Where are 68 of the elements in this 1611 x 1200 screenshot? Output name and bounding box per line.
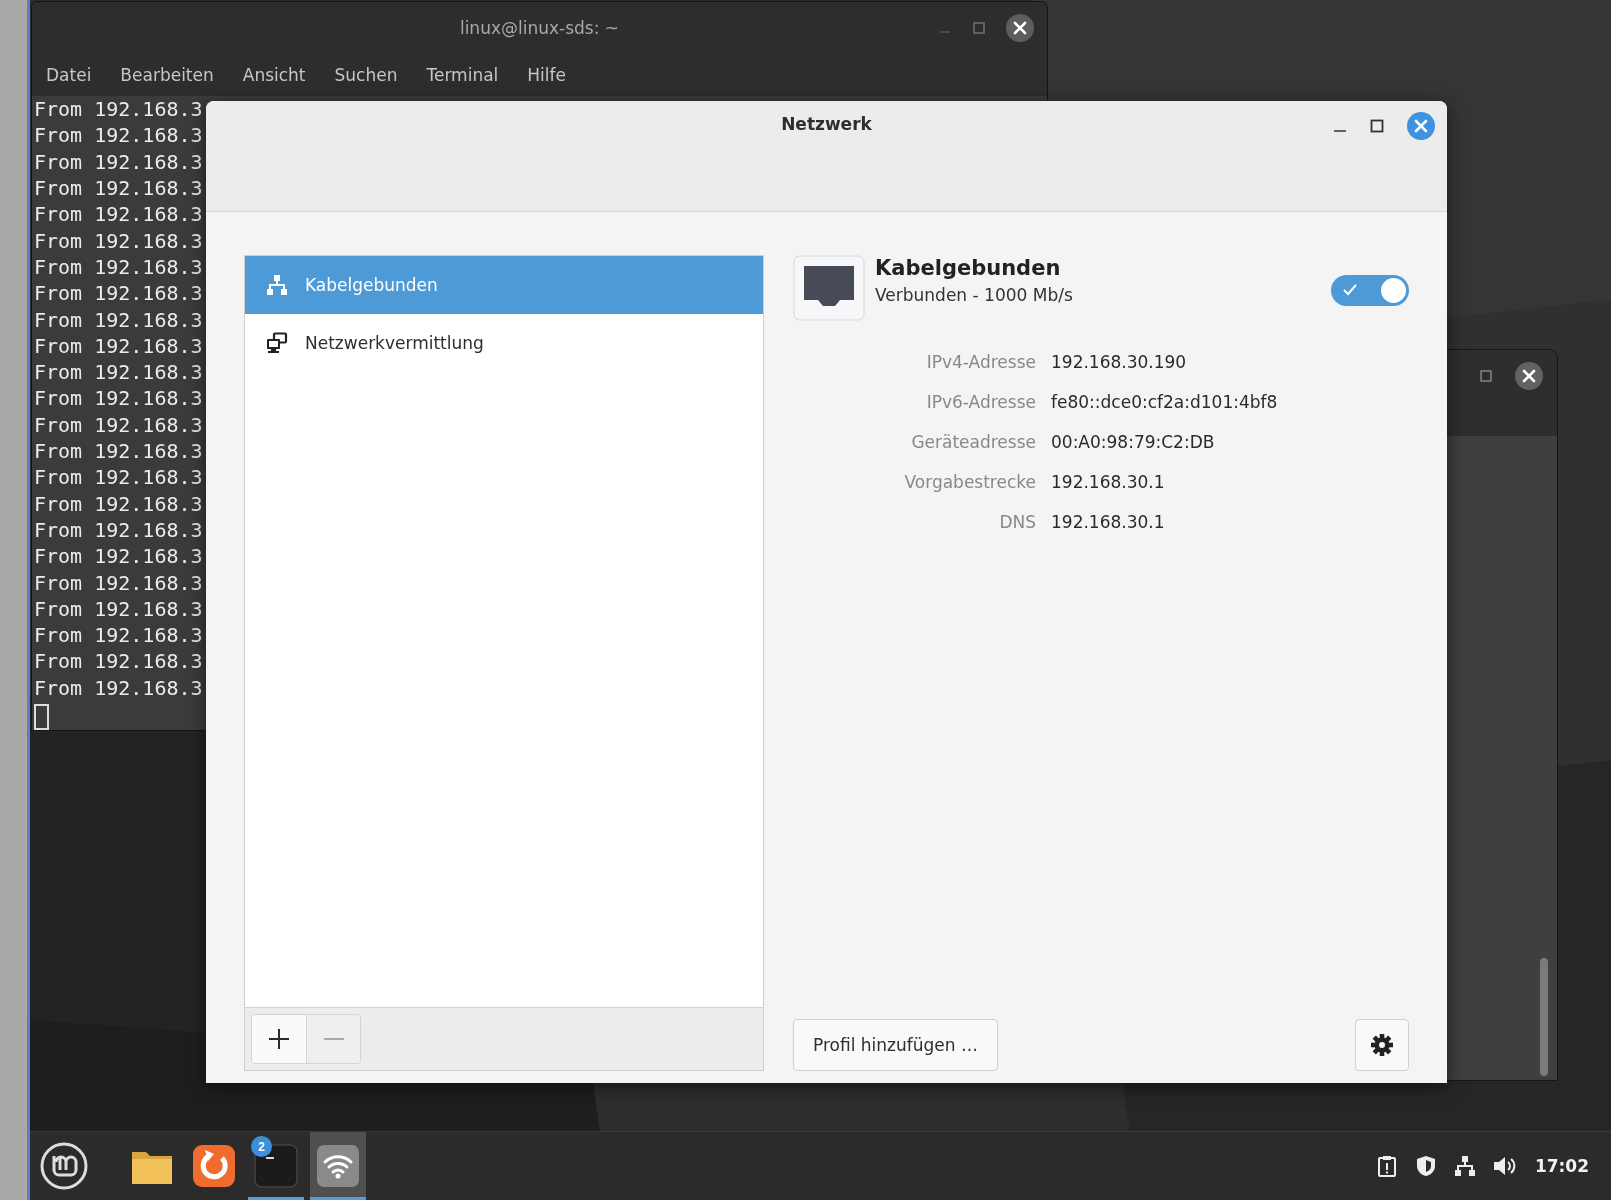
volume-icon[interactable]	[1491, 1154, 1518, 1178]
add-button[interactable]	[252, 1015, 306, 1063]
text-cursor	[34, 704, 49, 730]
terminal-line: From 192.168.3	[34, 543, 203, 570]
window-title: Netzwerk	[781, 114, 872, 136]
taskbar-app-button[interactable]	[310, 1132, 366, 1200]
plus-icon	[268, 1028, 290, 1050]
add-profile-button[interactable]: Profil hinzufügen …	[793, 1019, 998, 1071]
terminal-line: From 192.168.3	[34, 148, 203, 176]
close-icon[interactable]	[1005, 13, 1035, 43]
menu-logo-icon[interactable]	[39, 1141, 89, 1191]
terminal-line: From 192.168.3	[34, 253, 203, 281]
property-value: 192.168.30.1	[1051, 511, 1166, 534]
terminal-line: From 192.168.3	[34, 516, 203, 544]
check-icon	[1342, 282, 1358, 297]
ethernet-port-icon	[793, 255, 865, 321]
terminal-line: From 192.168.3	[34, 648, 203, 675]
terminal-line: From 192.168.3	[34, 122, 203, 149]
terminal-line: From 192.168.3	[34, 622, 203, 649]
terminal-line: From 192.168.3	[34, 438, 203, 465]
minus-icon	[322, 1037, 345, 1041]
settings-icon	[1370, 1033, 1394, 1057]
network-icon[interactable]	[1452, 1154, 1477, 1178]
settings-button[interactable]	[1355, 1019, 1409, 1071]
toggle-switch[interactable]	[1331, 274, 1409, 306]
property-value: 192.168.30.1	[1051, 471, 1166, 494]
terminal-icon	[254, 1144, 298, 1188]
terminal-line: From 192.168.3	[34, 175, 203, 202]
network-icon	[265, 273, 289, 297]
sidebar-item[interactable]: Netzwerkvermittlung	[245, 314, 763, 372]
property-value: 00:A0:98:79:C2:DB	[1051, 431, 1216, 454]
terminal-line: From 192.168.3	[34, 227, 203, 254]
terminal-line: From 192.168.3	[34, 385, 203, 412]
terminal-line: From 192.168.3	[34, 332, 203, 360]
terminal-line: From 192.168.3	[34, 359, 203, 386]
terminal-line: From 192.168.3	[34, 490, 203, 517]
scrollbar[interactable]	[1540, 958, 1548, 1076]
property-label: IPv6-Adresse	[925, 391, 1036, 414]
terminal-line: From 192.168.3	[34, 464, 203, 491]
property-label: Geräteadresse	[910, 431, 1036, 454]
terminal-line: From 192.168.3	[34, 595, 203, 623]
maximize-icon[interactable]	[1369, 118, 1385, 134]
menu-item[interactable]: Ansicht	[230, 65, 319, 86]
wifi-icon	[316, 1144, 360, 1188]
computers-icon	[265, 331, 289, 355]
property-value: 192.168.30.190	[1051, 351, 1188, 374]
terminal-line: From 192.168.3	[34, 411, 203, 439]
property-label: Vorgabestrecke	[903, 471, 1036, 494]
connection-status: Verbunden - 1000 Mb/s	[875, 284, 1074, 307]
menu-item[interactable]: Terminal	[414, 65, 512, 86]
terminal-line: From 192.168.3	[34, 201, 203, 228]
terminal-line: From 192.168.3	[34, 96, 203, 123]
property-label: IPv4-Adresse	[925, 351, 1036, 374]
terminal-line: From 192.168.3	[34, 674, 203, 701]
property-label: DNS	[998, 511, 1036, 534]
menu-item[interactable]: Bearbeiten	[108, 65, 227, 86]
count-badge: 2	[251, 1136, 272, 1157]
menu-item[interactable]: Datei	[34, 65, 105, 86]
terminal-line: From 192.168.3	[34, 280, 203, 307]
window-title: linux@linux-sds: ~	[459, 18, 620, 39]
property-value: fe80::dce0:cf2a:d101:4bf8	[1051, 391, 1279, 414]
clock[interactable]: 17:02	[1534, 1156, 1589, 1176]
connection-title: Kabelgebunden	[875, 255, 1062, 282]
menu-item[interactable]: Hilfe	[515, 65, 579, 86]
terminal-line: From 192.168.3	[34, 306, 203, 333]
menu-item[interactable]: Suchen	[322, 65, 411, 86]
close-icon[interactable]	[1514, 361, 1544, 391]
terminal-line: From 192.168.3	[34, 569, 203, 596]
